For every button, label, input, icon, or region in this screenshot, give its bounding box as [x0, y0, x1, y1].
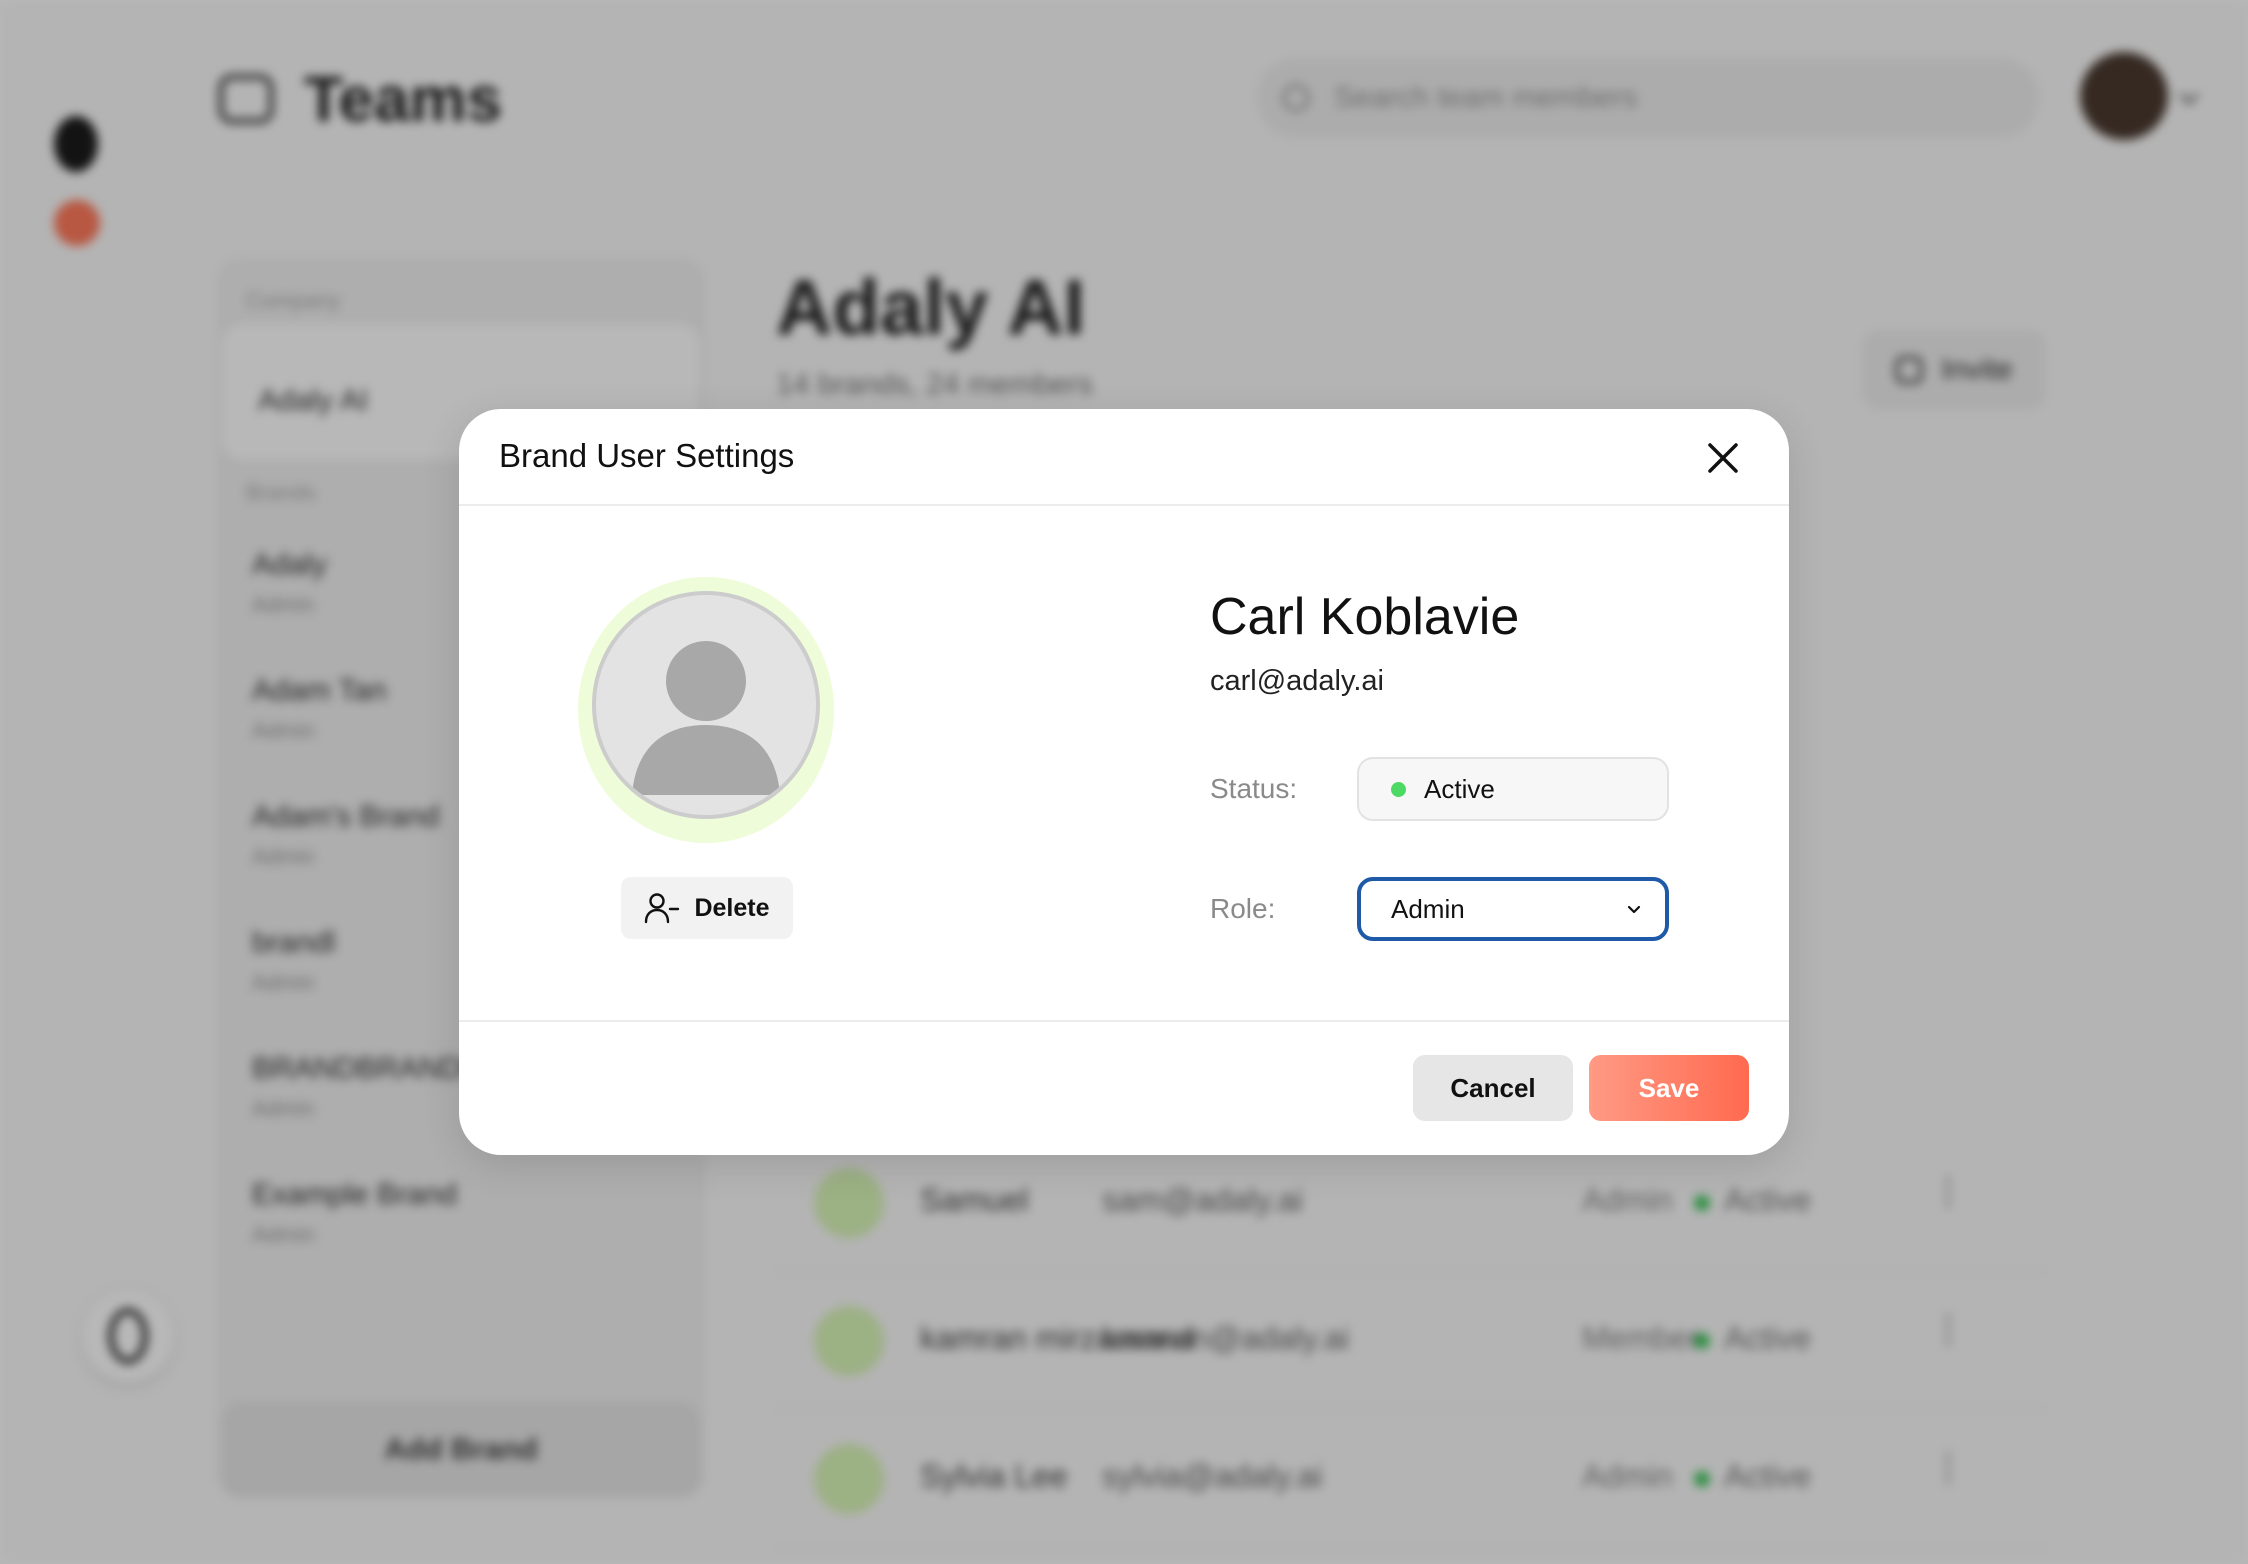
user-placeholder-icon: [632, 641, 780, 795]
status-label: Status:: [1210, 773, 1298, 804]
chevron-down-icon: [1627, 905, 1641, 914]
avatar: [578, 577, 834, 843]
delete-label: Delete: [694, 893, 770, 922]
modal-header: Brand User Settings: [459, 409, 1789, 506]
brand-user-settings-modal: Brand User Settings Delete Carl Koblavie…: [459, 409, 1789, 1155]
role-label: Role:: [1210, 893, 1276, 924]
close-icon: [1708, 443, 1738, 473]
close-button[interactable]: [1704, 439, 1742, 477]
status-field: Active: [1357, 757, 1669, 821]
cancel-button[interactable]: Cancel: [1413, 1055, 1573, 1121]
user-minus-icon: [645, 893, 680, 924]
role-value: Admin: [1391, 893, 1465, 924]
user-email: carl@adaly.ai: [1210, 665, 1384, 697]
delete-button[interactable]: Delete: [621, 877, 793, 939]
avatar-image: [592, 591, 820, 819]
role-select[interactable]: Admin: [1357, 877, 1669, 941]
status-dot: [1391, 781, 1406, 797]
status-value: Active: [1424, 773, 1495, 804]
save-button[interactable]: Save: [1589, 1055, 1749, 1121]
modal-title: Brand User Settings: [499, 437, 795, 474]
user-name: Carl Koblavie: [1210, 588, 1520, 646]
